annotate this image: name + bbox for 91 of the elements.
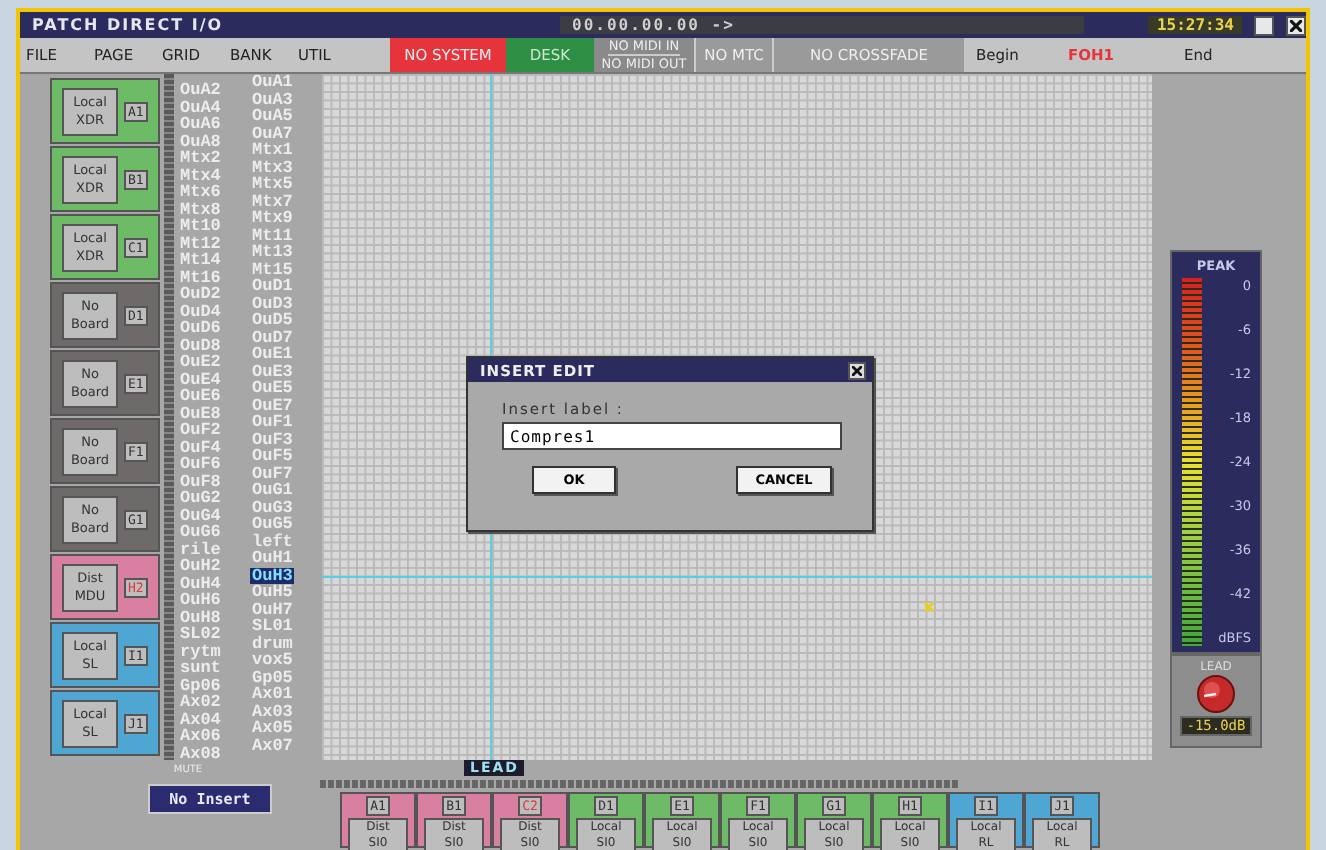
output-label[interactable]: OuG5: [250, 516, 295, 533]
output-label[interactable]: OuA6: [178, 116, 223, 133]
label-input[interactable]: Compres1: [502, 422, 842, 450]
minimize-button[interactable]: [1254, 15, 1274, 35]
output-label[interactable]: Ax02: [178, 694, 223, 711]
output-label[interactable]: OuF6: [178, 456, 223, 473]
output-label[interactable]: OuG2: [178, 490, 223, 507]
output-label[interactable]: Mtx1: [250, 142, 295, 159]
output-label[interactable]: Mt13: [250, 244, 295, 261]
output-label[interactable]: OuE4: [178, 371, 223, 388]
output-label[interactable]: OuF8: [178, 473, 223, 490]
output-label[interactable]: OuD5: [250, 312, 295, 329]
output-label[interactable]: Mt10: [178, 218, 223, 235]
output-label[interactable]: OuH7: [250, 601, 295, 618]
output-label[interactable]: OuF3: [250, 431, 295, 448]
output-label[interactable]: Ax06: [178, 728, 223, 745]
output-label[interactable]: OuD2: [178, 286, 223, 303]
output-label[interactable]: OuA8: [178, 133, 223, 150]
output-label[interactable]: left: [250, 533, 295, 550]
output-label[interactable]: OuF7: [250, 465, 295, 482]
output-label[interactable]: OuD7: [250, 329, 295, 346]
output-label[interactable]: Mtx4: [178, 167, 223, 184]
output-label[interactable]: SL02: [178, 626, 223, 643]
output-label[interactable]: OuD6: [178, 320, 223, 337]
output-label[interactable]: Mt15: [250, 261, 295, 278]
output-label[interactable]: OuE7: [250, 397, 295, 414]
output-label[interactable]: Mt14: [178, 252, 223, 269]
output-label[interactable]: Ax04: [178, 711, 223, 728]
output-label[interactable]: OuE6: [178, 388, 223, 405]
output-label[interactable]: Mtx6: [178, 184, 223, 201]
knob-icon[interactable]: [1194, 674, 1238, 714]
output-label[interactable]: OuE5: [250, 380, 295, 397]
output-label[interactable]: OuG1: [250, 482, 295, 499]
output-label[interactable]: OuH5: [250, 584, 295, 601]
output-label[interactable]: OuF4: [178, 439, 223, 456]
output-label[interactable]: rile: [178, 541, 223, 558]
output-label[interactable]: OuF1: [250, 414, 295, 431]
timecode-display: 00.00.00.00 ->: [560, 16, 1084, 34]
output-label[interactable]: Ax03: [250, 703, 295, 720]
output-label[interactable]: Mtx5: [250, 176, 295, 193]
output-label[interactable]: vox5: [250, 652, 295, 669]
output-label[interactable]: Mtx3: [250, 159, 295, 176]
output-label[interactable]: Mt11: [250, 227, 295, 244]
output-label[interactable]: Gp05: [250, 669, 295, 686]
output-label[interactable]: Ax05: [250, 720, 295, 737]
output-label[interactable]: OuG4: [178, 507, 223, 524]
output-label[interactable]: OuD8: [178, 337, 223, 354]
output-label[interactable]: OuA5: [250, 108, 295, 125]
close-icon: [1290, 19, 1302, 31]
output-label[interactable]: Ax01: [250, 686, 295, 703]
output-label[interactable]: SL01: [250, 618, 295, 635]
output-label[interactable]: OuA4: [178, 99, 223, 116]
output-label[interactable]: Mt12: [178, 235, 223, 252]
close-icon: [852, 365, 862, 375]
output-label[interactable]: OuA2: [178, 82, 223, 99]
window-title: PATCH DIRECT I/O: [32, 16, 226, 34]
output-label[interactable]: OuH3: [250, 567, 295, 584]
output-label[interactable]: Mtx8: [178, 201, 223, 218]
output-label[interactable]: OuD1: [250, 278, 295, 295]
output-label[interactable]: OuD3: [250, 295, 295, 312]
output-label[interactable]: OuG6: [178, 524, 223, 541]
output-label[interactable]: drum: [250, 635, 295, 652]
close-button[interactable]: [848, 361, 866, 379]
output-label[interactable]: OuE2: [178, 354, 223, 371]
output-label[interactable]: OuE8: [178, 405, 223, 422]
output-label[interactable]: OuE1: [250, 346, 295, 363]
output-label[interactable]: OuG3: [250, 499, 295, 516]
patch-point-icon: [924, 602, 934, 612]
output-label[interactable]: OuA1: [250, 74, 295, 91]
clock-display: 15:27:34: [1148, 16, 1242, 34]
output-label[interactable]: Gp06: [178, 677, 223, 694]
output-label[interactable]: OuH8: [178, 609, 223, 626]
close-button[interactable]: [1286, 15, 1306, 35]
output-label[interactable]: OuH6: [178, 592, 223, 609]
output-label[interactable]: Ax08: [178, 745, 223, 762]
output-label[interactable]: OuF5: [250, 448, 295, 465]
output-label[interactable]: OuA7: [250, 125, 295, 142]
output-label[interactable]: Ax07: [250, 737, 295, 754]
output-label[interactable]: OuH4: [178, 575, 223, 592]
output-label[interactable]: OuA3: [250, 91, 295, 108]
output-label[interactable]: rytm: [178, 643, 223, 660]
output-label[interactable]: OuF2: [178, 422, 223, 439]
output-label[interactable]: OuH1: [250, 550, 295, 567]
output-label[interactable]: sunt: [178, 660, 223, 677]
output-label[interactable]: OuD4: [178, 303, 223, 320]
output-label[interactable]: OuH2: [178, 558, 223, 575]
output-label[interactable]: OuE3: [250, 363, 295, 380]
output-label[interactable]: Mtx2: [178, 150, 223, 167]
output-label[interactable]: Mtx9: [250, 210, 295, 227]
output-label[interactable]: Mt16: [178, 269, 223, 286]
output-label[interactable]: Mtx7: [250, 193, 295, 210]
